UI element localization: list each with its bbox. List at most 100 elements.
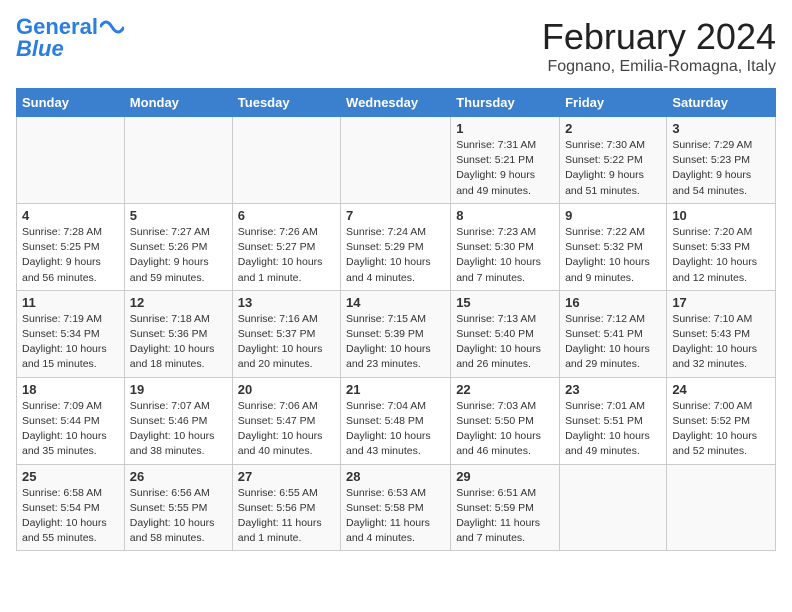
calendar-cell: 20 Sunrise: 7:06 AM Sunset: 5:47 PM Dayli… xyxy=(232,377,340,464)
calendar-cell xyxy=(560,464,667,551)
day-number: 2 xyxy=(565,121,661,136)
day-info: Sunrise: 7:16 AM Sunset: 5:37 PM Dayligh… xyxy=(238,312,335,373)
calendar-cell: 22 Sunrise: 7:03 AM Sunset: 5:50 PM Dayli… xyxy=(451,377,560,464)
calendar-cell: 15 Sunrise: 7:13 AM Sunset: 5:40 PM Dayli… xyxy=(451,290,560,377)
calendar-cell: 21 Sunrise: 7:04 AM Sunset: 5:48 PM Dayli… xyxy=(341,377,451,464)
logo-text: General xyxy=(16,16,98,38)
header-cell-tuesday: Tuesday xyxy=(232,89,340,117)
day-info: Sunrise: 7:22 AM Sunset: 5:32 PM Dayligh… xyxy=(565,225,661,286)
day-number: 24 xyxy=(672,382,770,397)
day-info: Sunrise: 7:30 AM Sunset: 5:22 PM Dayligh… xyxy=(565,138,661,199)
logo-wave-icon xyxy=(100,17,124,37)
day-info: Sunrise: 7:03 AM Sunset: 5:50 PM Dayligh… xyxy=(456,399,554,460)
location-title: Fognano, Emilia-Romagna, Italy xyxy=(542,58,776,76)
calendar-cell xyxy=(232,117,340,204)
day-info: Sunrise: 7:18 AM Sunset: 5:36 PM Dayligh… xyxy=(130,312,227,373)
calendar-cell: 5 Sunrise: 7:27 AM Sunset: 5:26 PM Daylig… xyxy=(124,203,232,290)
calendar-week-row: 1 Sunrise: 7:31 AM Sunset: 5:21 PM Daylig… xyxy=(17,117,776,204)
day-number: 20 xyxy=(238,382,335,397)
calendar-cell: 16 Sunrise: 7:12 AM Sunset: 5:41 PM Dayli… xyxy=(560,290,667,377)
calendar-cell: 28Sunrise: 6:53 AM Sunset: 5:58 PM Dayli… xyxy=(341,464,451,551)
day-number: 19 xyxy=(130,382,227,397)
day-info: Sunrise: 7:28 AM Sunset: 5:25 PM Dayligh… xyxy=(22,225,119,286)
day-info: Sunrise: 7:23 AM Sunset: 5:30 PM Dayligh… xyxy=(456,225,554,286)
calendar-cell: 29Sunrise: 6:51 AM Sunset: 5:59 PM Dayli… xyxy=(451,464,560,551)
day-info: Sunrise: 7:09 AM Sunset: 5:44 PM Dayligh… xyxy=(22,399,119,460)
calendar-cell: 11Sunrise: 7:19 AM Sunset: 5:34 PM Dayli… xyxy=(17,290,125,377)
day-number: 7 xyxy=(346,208,445,223)
calendar-cell xyxy=(124,117,232,204)
calendar-table: SundayMondayTuesdayWednesdayThursdayFrid… xyxy=(16,88,776,551)
day-info: Sunrise: 7:01 AM Sunset: 5:51 PM Dayligh… xyxy=(565,399,661,460)
day-number: 3 xyxy=(672,121,770,136)
calendar-cell: 2 Sunrise: 7:30 AM Sunset: 5:22 PM Daylig… xyxy=(560,117,667,204)
calendar-cell: 12 Sunrise: 7:18 AM Sunset: 5:36 PM Dayli… xyxy=(124,290,232,377)
day-info: Sunrise: 7:31 AM Sunset: 5:21 PM Dayligh… xyxy=(456,138,554,199)
header-cell-friday: Friday xyxy=(560,89,667,117)
day-info: Sunrise: 7:04 AM Sunset: 5:48 PM Dayligh… xyxy=(346,399,445,460)
day-number: 29 xyxy=(456,469,554,484)
calendar-header-row: SundayMondayTuesdayWednesdayThursdayFrid… xyxy=(17,89,776,117)
header-cell-sunday: Sunday xyxy=(17,89,125,117)
logo: General Blue xyxy=(16,16,124,60)
day-number: 1 xyxy=(456,121,554,136)
calendar-cell: 6 Sunrise: 7:26 AM Sunset: 5:27 PM Daylig… xyxy=(232,203,340,290)
calendar-week-row: 11Sunrise: 7:19 AM Sunset: 5:34 PM Dayli… xyxy=(17,290,776,377)
day-info: Sunrise: 7:12 AM Sunset: 5:41 PM Dayligh… xyxy=(565,312,661,373)
calendar-cell: 7 Sunrise: 7:24 AM Sunset: 5:29 PM Daylig… xyxy=(341,203,451,290)
day-info: Sunrise: 7:07 AM Sunset: 5:46 PM Dayligh… xyxy=(130,399,227,460)
day-number: 15 xyxy=(456,295,554,310)
calendar-cell: 27Sunrise: 6:55 AM Sunset: 5:56 PM Dayli… xyxy=(232,464,340,551)
calendar-cell: 14Sunrise: 7:15 AM Sunset: 5:39 PM Dayli… xyxy=(341,290,451,377)
calendar-week-row: 4Sunrise: 7:28 AM Sunset: 5:25 PM Daylig… xyxy=(17,203,776,290)
calendar-cell: 13Sunrise: 7:16 AM Sunset: 5:37 PM Dayli… xyxy=(232,290,340,377)
header-cell-wednesday: Wednesday xyxy=(341,89,451,117)
header: General Blue February 2024 Fognano, Emil… xyxy=(16,16,776,76)
day-info: Sunrise: 7:06 AM Sunset: 5:47 PM Dayligh… xyxy=(238,399,335,460)
day-number: 14 xyxy=(346,295,445,310)
calendar-cell: 9Sunrise: 7:22 AM Sunset: 5:32 PM Daylig… xyxy=(560,203,667,290)
calendar-cell: 4Sunrise: 7:28 AM Sunset: 5:25 PM Daylig… xyxy=(17,203,125,290)
day-info: Sunrise: 7:24 AM Sunset: 5:29 PM Dayligh… xyxy=(346,225,445,286)
day-info: Sunrise: 7:13 AM Sunset: 5:40 PM Dayligh… xyxy=(456,312,554,373)
calendar-cell xyxy=(667,464,776,551)
calendar-cell: 24 Sunrise: 7:00 AM Sunset: 5:52 PM Dayli… xyxy=(667,377,776,464)
day-info: Sunrise: 7:20 AM Sunset: 5:33 PM Dayligh… xyxy=(672,225,770,286)
calendar-cell: 10 Sunrise: 7:20 AM Sunset: 5:33 PM Dayli… xyxy=(667,203,776,290)
day-number: 12 xyxy=(130,295,227,310)
calendar-cell: 25Sunrise: 6:58 AM Sunset: 5:54 PM Dayli… xyxy=(17,464,125,551)
day-info: Sunrise: 7:27 AM Sunset: 5:26 PM Dayligh… xyxy=(130,225,227,286)
day-info: Sunrise: 6:56 AM Sunset: 5:55 PM Dayligh… xyxy=(130,486,227,547)
day-info: Sunrise: 7:00 AM Sunset: 5:52 PM Dayligh… xyxy=(672,399,770,460)
day-number: 8 xyxy=(456,208,554,223)
day-number: 21 xyxy=(346,382,445,397)
day-number: 27 xyxy=(238,469,335,484)
calendar-cell: 19 Sunrise: 7:07 AM Sunset: 5:46 PM Dayli… xyxy=(124,377,232,464)
month-title: February 2024 xyxy=(542,16,776,58)
calendar-cell: 1 Sunrise: 7:31 AM Sunset: 5:21 PM Daylig… xyxy=(451,117,560,204)
day-info: Sunrise: 7:10 AM Sunset: 5:43 PM Dayligh… xyxy=(672,312,770,373)
day-info: Sunrise: 7:26 AM Sunset: 5:27 PM Dayligh… xyxy=(238,225,335,286)
header-cell-saturday: Saturday xyxy=(667,89,776,117)
header-cell-monday: Monday xyxy=(124,89,232,117)
calendar-cell: 23Sunrise: 7:01 AM Sunset: 5:51 PM Dayli… xyxy=(560,377,667,464)
calendar-cell: 17Sunrise: 7:10 AM Sunset: 5:43 PM Dayli… xyxy=(667,290,776,377)
day-number: 18 xyxy=(22,382,119,397)
day-number: 10 xyxy=(672,208,770,223)
logo-blue-text: Blue xyxy=(16,38,64,60)
calendar-cell: 8 Sunrise: 7:23 AM Sunset: 5:30 PM Daylig… xyxy=(451,203,560,290)
day-number: 11 xyxy=(22,295,119,310)
day-number: 5 xyxy=(130,208,227,223)
day-number: 16 xyxy=(565,295,661,310)
day-number: 6 xyxy=(238,208,335,223)
header-cell-thursday: Thursday xyxy=(451,89,560,117)
day-number: 26 xyxy=(130,469,227,484)
calendar-cell xyxy=(341,117,451,204)
day-number: 25 xyxy=(22,469,119,484)
day-info: Sunrise: 7:29 AM Sunset: 5:23 PM Dayligh… xyxy=(672,138,770,199)
calendar-cell: 26 Sunrise: 6:56 AM Sunset: 5:55 PM Dayli… xyxy=(124,464,232,551)
calendar-week-row: 18 Sunrise: 7:09 AM Sunset: 5:44 PM Dayli… xyxy=(17,377,776,464)
day-info: Sunrise: 6:53 AM Sunset: 5:58 PM Dayligh… xyxy=(346,486,445,547)
calendar-week-row: 25Sunrise: 6:58 AM Sunset: 5:54 PM Dayli… xyxy=(17,464,776,551)
day-number: 22 xyxy=(456,382,554,397)
